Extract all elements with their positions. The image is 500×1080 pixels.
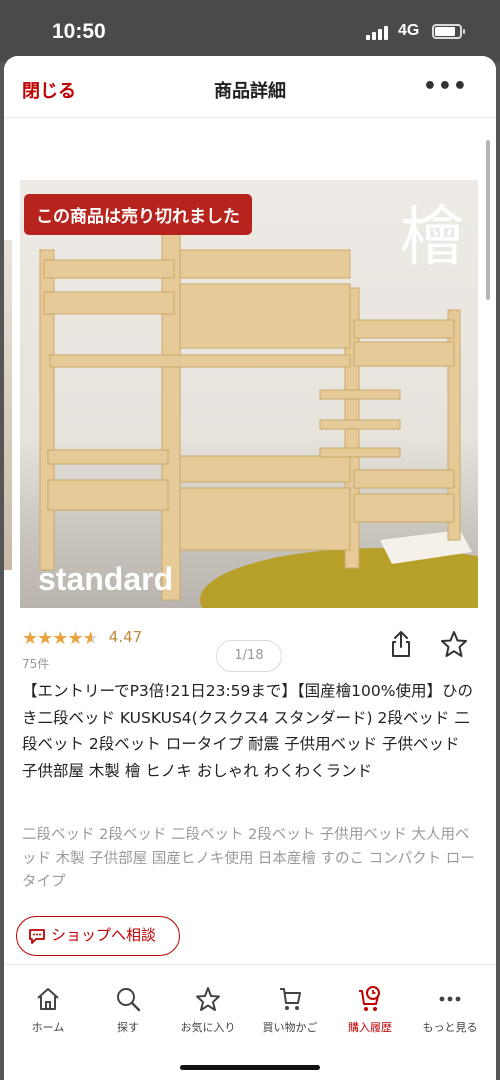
status-bar: 10:50 4G (0, 0, 500, 62)
product-detail-sheet: 閉じる 商品詳細 ••• この商品は売り切れました 檜 standard 1/1… (4, 56, 496, 1080)
consult-shop-button[interactable]: ショップへ相談 (16, 916, 180, 956)
nav-cart-label: 買い物かご (262, 1021, 318, 1034)
share-icon[interactable] (390, 630, 412, 658)
star-icon: ★ (22, 628, 39, 649)
star-icon (196, 987, 220, 1011)
chat-icon (29, 929, 45, 944)
more-icon (439, 996, 461, 1002)
nav-favorites-label: お気に入り (180, 1021, 236, 1034)
signal-icon (366, 24, 392, 40)
star-icon: ★ (67, 628, 84, 649)
image-gallery[interactable]: この商品は売り切れました 檜 standard 1/18 (4, 118, 496, 672)
rating[interactable]: ★★★★★ 4.47 (22, 628, 142, 654)
network-type: 4G (398, 22, 420, 39)
header: 閉じる 商品詳細 ••• (4, 56, 496, 118)
nav-purchase-history-label: 購入履歴 (348, 1021, 392, 1034)
nav-purchase-history[interactable]: 購入履歴 (330, 985, 410, 1035)
favorite-star-icon[interactable] (440, 630, 468, 658)
star-icon: ★ (37, 628, 54, 649)
cart-icon (280, 988, 301, 1010)
battery-icon (432, 24, 465, 39)
review-count[interactable]: 75件 (22, 655, 49, 672)
consult-label: ショップへ相談 (51, 926, 157, 944)
scrollbar[interactable] (486, 140, 490, 300)
home-indicator (180, 1065, 320, 1070)
history-cart-icon (359, 986, 380, 1011)
nav-favorites[interactable]: お気に入り (168, 985, 248, 1035)
hinoki-overlay-text: 檜 (400, 201, 464, 275)
half-star-icon: ★ (82, 628, 99, 649)
home-icon (37, 988, 59, 1010)
standard-overlay-text: standard (38, 561, 174, 597)
search-icon (117, 988, 141, 1012)
nav-cart[interactable]: 買い物かご (250, 985, 330, 1035)
previous-image-peek (4, 240, 12, 570)
nav-more-label: もっと見る (422, 1021, 478, 1034)
status-time: 10:50 (52, 20, 106, 43)
sold-out-badge: この商品は売り切れました (24, 194, 252, 235)
star-icon: ★ (52, 628, 69, 649)
more-options-button[interactable]: ••• (423, 74, 468, 99)
rating-value: 4.47 (108, 628, 143, 646)
nav-search[interactable]: 探す (88, 985, 168, 1035)
nav-more[interactable]: もっと見る (410, 985, 490, 1035)
nav-home[interactable]: ホーム (8, 985, 88, 1035)
product-title: 【エントリーでP3倍!21日23:59まで】【国産檜100%使用】ひのき二段ベッ… (22, 682, 473, 780)
page-indicator: 1/18 (216, 640, 282, 672)
nav-search-label: 探す (117, 1021, 139, 1034)
nav-home-label: ホーム (31, 1021, 65, 1034)
bottom-navigation: ホーム 探す お気に入り 買い物かご 購入履歴 もっと見る (4, 964, 496, 1080)
product-image[interactable]: この商品は売り切れました 檜 standard (20, 180, 478, 608)
product-tags: 二段ベッド 2段ベッド 二段ベット 2段ベット 子供用ベッド 大人用ベッド 木製… (22, 827, 475, 890)
